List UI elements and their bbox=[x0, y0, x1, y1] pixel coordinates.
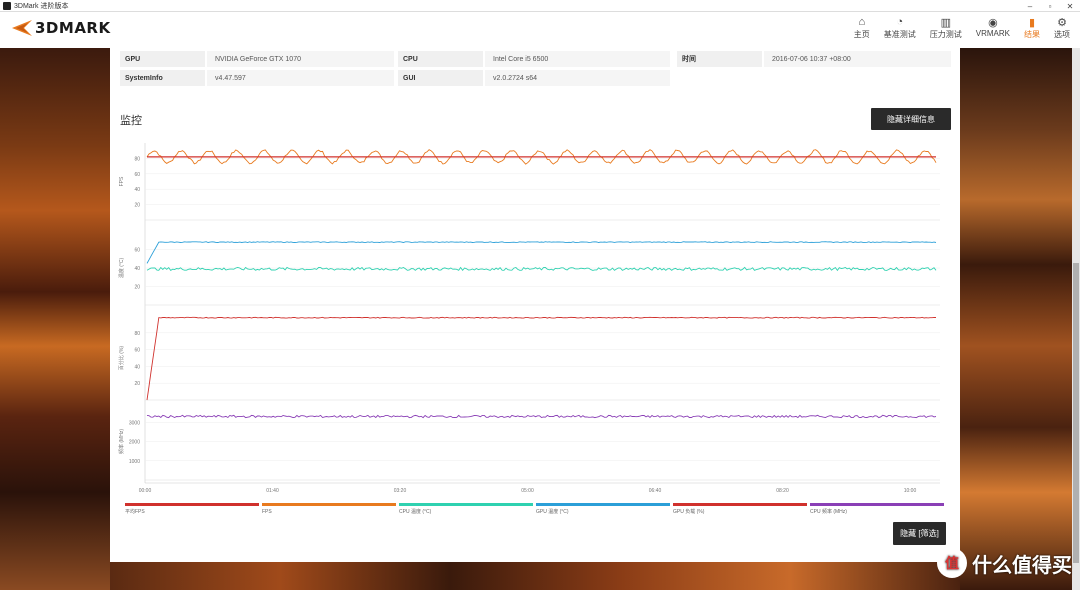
hide-filter-button[interactable]: 隐藏 [筛选] bbox=[893, 522, 946, 545]
y-tick-label: 60 bbox=[134, 248, 140, 254]
background-art-right bbox=[960, 48, 1080, 590]
x-tick-label: 06:40 bbox=[649, 488, 662, 494]
legend-swatch bbox=[536, 503, 670, 506]
app-logo[interactable]: 3DMARK bbox=[10, 18, 111, 38]
x-tick-label: 01:40 bbox=[266, 488, 279, 494]
legend-swatch bbox=[673, 503, 807, 506]
legend-label: 平均FPS bbox=[125, 508, 145, 515]
nav-item-2[interactable]: ▥ 压力测试 bbox=[930, 15, 962, 40]
watermark: 值 什么值得买 bbox=[937, 548, 1072, 578]
x-tick-label: 10:00 bbox=[904, 488, 917, 494]
y-tick-label: 20 bbox=[134, 203, 140, 209]
legend-label: GPU 负载 (%) bbox=[673, 508, 705, 515]
monitoring-chart: 00:00 01:40 03:20 05:00 06:40 08:20 10:00 20 40 6… bbox=[118, 143, 944, 515]
nav-item-label: 压力测试 bbox=[929, 30, 962, 39]
maximize-icon[interactable]: ▫ bbox=[1040, 0, 1060, 12]
nav-item-label: 主页 bbox=[853, 30, 870, 39]
nav-item-4[interactable]: ▮ 结果 bbox=[1024, 15, 1040, 40]
home-icon: ⌂ bbox=[858, 16, 866, 28]
y-tick-label: 60 bbox=[134, 172, 140, 178]
x-tick-label: 05:00 bbox=[521, 488, 534, 494]
close-icon[interactable]: ✕ bbox=[1060, 0, 1080, 12]
y-tick-label: 80 bbox=[134, 331, 140, 337]
x-tick-label: 03:20 bbox=[394, 488, 407, 494]
nav-item-0[interactable]: ⌂ 主页 bbox=[854, 15, 870, 40]
results-icon: ▮ bbox=[1028, 16, 1036, 29]
legend-swatch bbox=[125, 503, 259, 506]
legend-label: CPU 频率 (MHz) bbox=[810, 508, 847, 515]
window-controls: – ▫ ✕ bbox=[1020, 0, 1080, 12]
y-tick-label: 60 bbox=[134, 348, 140, 354]
scrollbar-thumb[interactable] bbox=[1073, 263, 1079, 563]
y-tick-label: 40 bbox=[134, 364, 140, 370]
y-tick-label: 40 bbox=[134, 187, 140, 193]
legend-swatch bbox=[399, 503, 533, 506]
y-tick-label: 20 bbox=[134, 285, 140, 291]
series-line bbox=[146, 414, 937, 419]
gauge-icon: ◔ bbox=[896, 16, 904, 28]
app-icon bbox=[3, 1, 11, 10]
minimize-icon[interactable]: – bbox=[1020, 0, 1040, 12]
y-tick-label: 20 bbox=[134, 381, 140, 387]
main-nav: ⌂ 主页 ◔ 基准测试 ▥ 压力测试 ◉ VRMARK ▮ 结果 ⚙ 选项 bbox=[840, 15, 1070, 40]
vr-icon: ◉ bbox=[988, 16, 998, 29]
legend-label: FPS bbox=[262, 509, 272, 515]
series-line bbox=[146, 316, 937, 401]
legend-label: CPU 温度 (°C) bbox=[399, 508, 432, 515]
window-title: 3DMark 进阶版本 bbox=[14, 2, 69, 10]
y-axis-label: FPS bbox=[119, 176, 125, 186]
nav-item-3[interactable]: ◉ VRMARK bbox=[976, 15, 1010, 40]
nav-item-label: 选项 bbox=[1054, 30, 1070, 39]
watermark-text: 什么值得买 bbox=[972, 554, 1072, 577]
logo-text: 3DMARK bbox=[35, 19, 111, 37]
x-tick-label: 08:20 bbox=[776, 488, 789, 494]
y-tick-label: 80 bbox=[134, 156, 140, 162]
background-art-left bbox=[0, 48, 110, 590]
scrollbar[interactable] bbox=[1072, 48, 1080, 590]
app-header: 3DMARK ⌂ 主页 ◔ 基准测试 ▥ 压力测试 ◉ VRMARK ▮ 结果 ⚙ 选项 bbox=[0, 12, 1080, 48]
nav-item-5[interactable]: ⚙ 选项 bbox=[1054, 15, 1070, 40]
y-axis-label: 频率 (MHz) bbox=[118, 429, 125, 454]
y-tick-label: 1000 bbox=[129, 459, 140, 465]
nav-item-label: 结果 bbox=[1024, 30, 1040, 39]
nav-item-label: 基准测试 bbox=[883, 30, 916, 39]
nav-item-1[interactable]: ◔ 基准测试 bbox=[884, 15, 916, 40]
legend-swatch bbox=[810, 503, 944, 506]
y-tick-label: 2000 bbox=[129, 440, 140, 446]
y-tick-label: 40 bbox=[134, 266, 140, 272]
logo-flame-icon bbox=[12, 20, 32, 36]
gear-icon: ⚙ bbox=[1057, 16, 1067, 29]
background-art-bottom bbox=[110, 562, 960, 590]
results-panel: GPU NVIDIA GeForce GTX 1070 CPU Intel Co… bbox=[110, 48, 960, 562]
y-tick-label: 3000 bbox=[129, 420, 140, 426]
nav-item-label: VRMARK bbox=[975, 29, 1010, 38]
bar-chart-icon: ▥ bbox=[940, 16, 951, 29]
legend-swatch bbox=[262, 503, 396, 506]
legend-label: GPU 温度 (°C) bbox=[536, 508, 569, 515]
series-line bbox=[146, 241, 937, 264]
y-axis-label: 百分比 (%) bbox=[118, 346, 125, 371]
y-axis-label: 温度 (°C) bbox=[118, 258, 125, 279]
x-tick-label: 00:00 bbox=[139, 488, 152, 494]
window-titlebar: 3DMark 进阶版本 – ▫ ✕ bbox=[0, 0, 1080, 12]
watermark-badge: 值 bbox=[937, 548, 967, 578]
